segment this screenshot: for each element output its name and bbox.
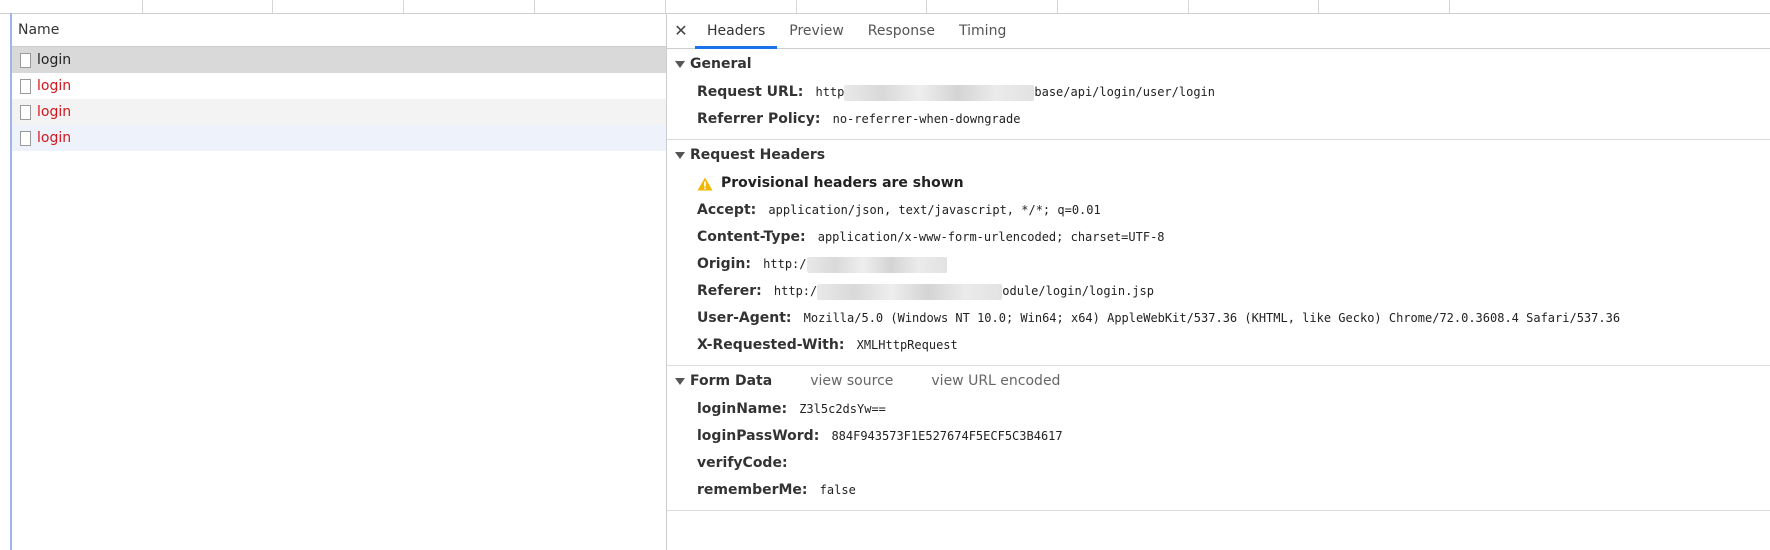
timeline-tick (142, 0, 143, 13)
url-suffix: odule/login/login.jsp (1002, 284, 1154, 298)
request-row[interactable]: login (12, 125, 666, 151)
form-field-value: false (819, 483, 856, 497)
header-key: User-Agent: (697, 310, 792, 326)
timeline-tick (1318, 0, 1319, 13)
section-title: Request Headers (690, 147, 826, 163)
timeline-tick (272, 0, 273, 13)
form-field-key: verifyCode: (697, 455, 788, 471)
document-icon (20, 130, 31, 146)
form-field-value: 884F943573F1E527674F5ECF5C3B4617 (831, 429, 1063, 443)
redacted-blur (817, 283, 1003, 300)
header-row: Accept: application/json, text/javascrip… (667, 197, 1770, 224)
triangle-down-icon (675, 377, 685, 385)
header-value: http:/ odule/login/login.jsp (773, 283, 1154, 300)
request-name: login (37, 78, 72, 94)
timeline-tick (796, 0, 797, 13)
section-title: Form Data (690, 373, 773, 389)
header-key: Referrer Policy: (697, 111, 821, 127)
request-name: login (37, 52, 72, 68)
request-headers-section: Request Headers Provisional headers are … (667, 140, 1770, 366)
header-row: Request URL: http base/api/login/user/log… (667, 79, 1770, 106)
form-field-row: loginPassWord: 884F943573F1E527674F5ECF5… (667, 423, 1770, 450)
provisional-warning: Provisional headers are shown (667, 170, 1770, 197)
form-field-key: loginPassWord: (697, 428, 820, 444)
header-value: Mozilla/5.0 (Windows NT 10.0; Win64; x64… (803, 311, 1621, 325)
request-headers-toggle[interactable]: Request Headers (667, 140, 1770, 170)
form-field-key: rememberMe: (697, 482, 808, 498)
timeline-tick (1188, 0, 1189, 13)
close-details-button[interactable]: ✕ (667, 14, 695, 48)
form-field-key: loginName: (697, 401, 788, 417)
form-field-row: verifyCode: (667, 450, 1770, 477)
header-value: no-referrer-when-downgrade (832, 112, 1021, 126)
details-tab-bar: ✕ Headers Preview Response Timing (667, 14, 1770, 49)
request-details-pane: ✕ Headers Preview Response Timing Genera… (667, 14, 1770, 550)
timeline-tick (1057, 0, 1058, 13)
header-value: http:/ (763, 256, 947, 273)
url-prefix: http:/ (763, 257, 807, 271)
form-field-value: Z3l5c2dsYw== (799, 402, 886, 416)
document-icon (20, 104, 31, 120)
header-row: Referrer Policy: no-referrer-when-downgr… (667, 106, 1770, 133)
request-row[interactable]: login (12, 47, 666, 73)
url-prefix: http:/ (773, 284, 818, 298)
timeline-tick (534, 0, 535, 13)
timeline-tick (926, 0, 927, 13)
header-key: Request URL: (697, 84, 804, 100)
view-source-link[interactable]: view source (810, 366, 893, 396)
timeline-tick (403, 0, 404, 13)
header-key: Accept: (697, 202, 757, 218)
redacted-blur (844, 84, 1035, 101)
timeline-tick (1449, 0, 1450, 13)
request-row[interactable]: login (12, 73, 666, 99)
header-key: X-Requested-With: (697, 337, 845, 353)
redacted-blur (806, 256, 947, 273)
header-key: Origin: (697, 256, 751, 272)
document-icon (20, 78, 31, 94)
tab-response[interactable]: Response (856, 14, 947, 48)
url-suffix: base/api/login/user/login (1034, 85, 1215, 99)
request-name: login (37, 130, 72, 146)
view-url-encoded-link[interactable]: view URL encoded (931, 366, 1060, 396)
header-row: User-Agent: Mozilla/5.0 (Windows NT 10.0… (667, 305, 1770, 332)
section-title: General (690, 56, 752, 72)
header-row: Content-Type: application/x-www-form-url… (667, 224, 1770, 251)
timeline-overview[interactable] (0, 0, 1770, 14)
request-row[interactable]: login (12, 99, 666, 125)
general-section: General Request URL: http base/api/login/… (667, 49, 1770, 140)
header-key: Referer: (697, 283, 762, 299)
form-field-row: rememberMe: false (667, 477, 1770, 504)
header-key: Content-Type: (697, 229, 806, 245)
triangle-down-icon (675, 60, 685, 68)
document-icon (20, 52, 31, 68)
form-data-toggle[interactable]: Form Data view source view URL encoded (667, 366, 1770, 396)
header-value: application/json, text/javascript, */*; … (768, 203, 1101, 217)
request-name: login (37, 104, 72, 120)
request-list-pane: Name login login login login (12, 14, 667, 550)
timeline-tick (665, 0, 666, 13)
warning-icon (697, 177, 713, 190)
header-row: Referer: http:/ odule/login/login.jsp (667, 278, 1770, 305)
general-section-toggle[interactable]: General (667, 49, 1770, 79)
name-column-header[interactable]: Name (12, 14, 666, 47)
header-value: application/x-www-form-urlencoded; chars… (817, 230, 1165, 244)
url-prefix: http (815, 85, 845, 99)
form-field-row: loginName: Z3l5c2dsYw== (667, 396, 1770, 423)
header-row: Origin: http:/ (667, 251, 1770, 278)
tab-headers[interactable]: Headers (695, 14, 778, 49)
header-value: XMLHttpRequest (856, 338, 958, 352)
warning-text: Provisional headers are shown (721, 175, 964, 191)
tab-timing[interactable]: Timing (947, 14, 1018, 48)
header-row: X-Requested-With: XMLHttpRequest (667, 332, 1770, 359)
header-value: http base/api/login/user/login (815, 84, 1215, 101)
triangle-down-icon (675, 151, 685, 159)
tab-preview[interactable]: Preview (777, 14, 856, 48)
form-data-section: Form Data view source view URL encoded l… (667, 366, 1770, 511)
